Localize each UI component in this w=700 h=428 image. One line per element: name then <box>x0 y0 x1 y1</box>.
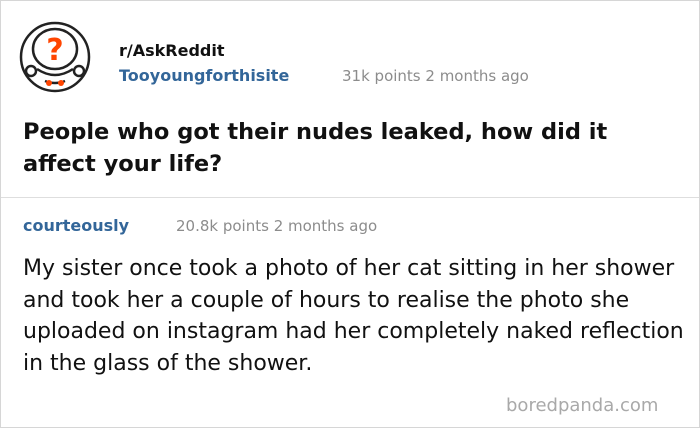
comment-meta: 20.8k points 2 months ago <box>176 217 378 235</box>
post-title[interactable]: People who got their nudes leaked, how d… <box>23 116 673 180</box>
subreddit-name[interactable]: r/AskReddit <box>119 41 225 60</box>
comment-body: My sister once took a photo of her cat s… <box>23 256 684 376</box>
screenshot-frame: ? r/AskReddit Tooyoungforthisite 31k poi… <box>0 0 700 428</box>
comment-card: courteously 20.8k points 2 months ago My… <box>1 198 699 427</box>
watermark: boredpanda.com <box>506 395 659 416</box>
askreddit-avatar-icon[interactable]: ? <box>19 21 91 95</box>
svg-text:?: ? <box>46 33 63 68</box>
post-meta: 31k points 2 months ago <box>342 67 529 85</box>
comment-author-link[interactable]: courteously <box>23 216 129 235</box>
post-author-link[interactable]: Tooyoungforthisite <box>119 66 289 85</box>
post-card: ? r/AskReddit Tooyoungforthisite 31k poi… <box>1 1 699 197</box>
snoo-question-icon: ? <box>19 21 91 93</box>
